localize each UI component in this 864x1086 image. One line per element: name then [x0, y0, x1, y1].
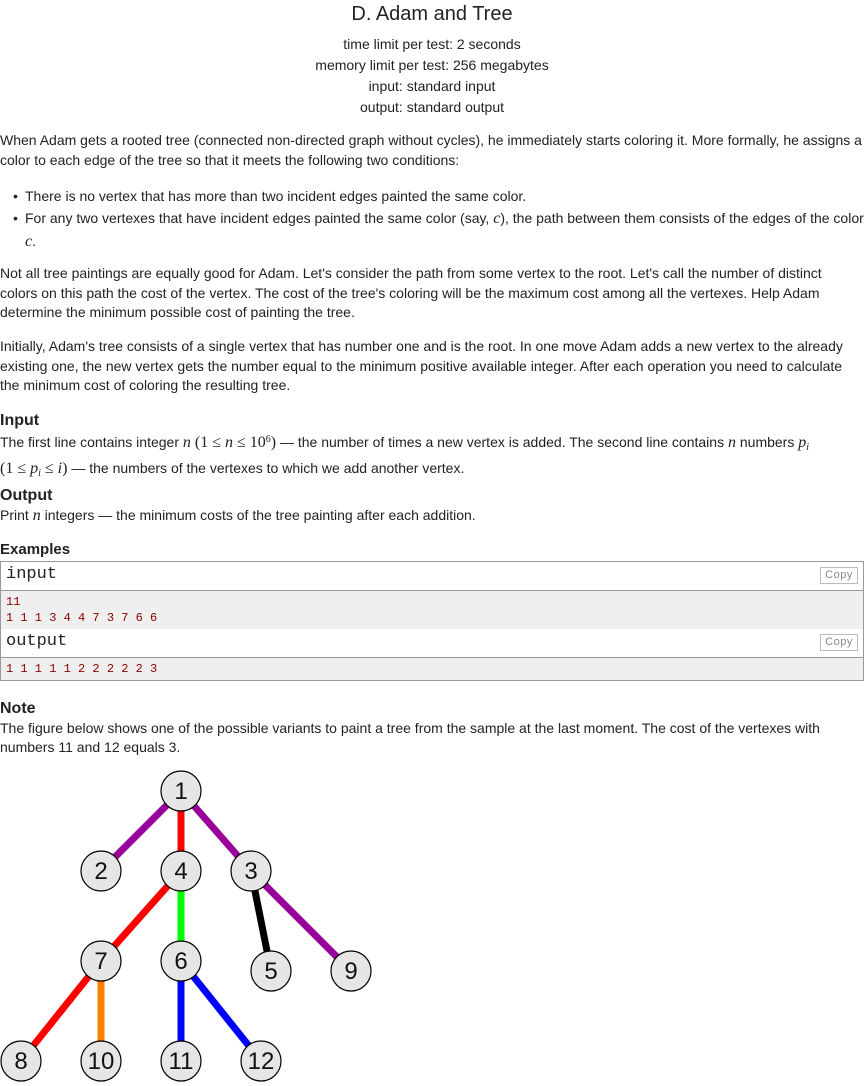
var-n-2: n [727, 434, 736, 451]
node-label-9: 9 [344, 958, 357, 985]
range-open: (1 ≤ [190, 434, 225, 451]
range2-p: p [30, 460, 39, 477]
sample-output-header: output Copy [1, 629, 863, 658]
node-label-10: 10 [88, 1048, 115, 1075]
var-p-sub: i [806, 442, 810, 453]
input-text-1: The first line contains integer [0, 434, 183, 450]
conditions-list: There is no vertex that has more than tw… [0, 185, 864, 253]
node-label-12: 12 [248, 1048, 275, 1075]
node-label-7: 7 [94, 948, 107, 975]
input-spec: The first line contains integer n (1 ≤ n… [0, 430, 862, 484]
condition-2-text-b: ), the path between them consists of the… [500, 210, 864, 226]
node-label-5: 5 [264, 958, 277, 985]
var-n: n [182, 434, 191, 451]
tree-nodes [0, 770, 372, 1082]
statement-para-3: Initially, Adam's tree consists of a sin… [0, 338, 843, 393]
output-spec: Print n integers — the minimum costs of … [0, 506, 862, 526]
time-limit: time limit per test: 2 seconds [343, 36, 521, 52]
sample-input-header: input Copy [1, 562, 863, 591]
output-text-2: integers — the minimum costs of the tree… [40, 507, 476, 523]
tree-edges [18, 788, 354, 1064]
condition-2-end: . [32, 233, 36, 249]
condition-2-text-a: For any two vertexes that have incident … [25, 210, 494, 226]
condition-1: There is no vertex that has more than tw… [13, 185, 864, 207]
copy-output-button[interactable]: Copy [820, 634, 858, 651]
tree-figure: 1 2 4 3 7 6 5 9 8 10 11 12 [0, 770, 372, 1082]
node-label-8: 8 [14, 1048, 27, 1075]
sample-output-box: output Copy 1 1 1 1 1 2 2 2 2 2 3 [0, 629, 864, 681]
node-label-1: 1 [174, 778, 187, 805]
sample-input-box: input Copy 11 1 1 1 3 4 4 7 3 7 6 6 [0, 561, 864, 630]
node-label-6: 6 [174, 948, 187, 975]
examples-heading: Examples [0, 541, 71, 558]
statement-intro: When Adam gets a rooted tree (connected … [0, 132, 862, 168]
sample-output-label: output [6, 632, 68, 651]
output-heading: Output [0, 487, 53, 504]
node-label-11: 11 [169, 1048, 194, 1075]
input-text-2: — the number of times a new vertex is ad… [276, 434, 728, 450]
node-label-4: 4 [174, 858, 187, 885]
sample-input-text: 11 1 1 1 3 4 4 7 3 7 6 6 [6, 595, 158, 625]
sample-output-text: 1 1 1 1 1 2 2 2 2 2 3 [6, 662, 158, 676]
problem-page: D. Adam and Tree time limit per test: 2 … [0, 0, 864, 1086]
input-file: input: standard input [368, 78, 496, 94]
node-label-2: 2 [94, 858, 107, 885]
memory-limit: memory limit per test: 256 megabytes [315, 57, 549, 73]
problem-title: D. Adam and Tree [351, 3, 513, 25]
range2-le: ≤ [40, 460, 58, 477]
output-var-n: n [32, 507, 41, 524]
output-file: output: standard output [360, 99, 504, 115]
input-text-3: numbers [735, 434, 799, 450]
output-text-1: Print [0, 507, 33, 523]
node-label-3: 3 [244, 858, 257, 885]
note-text: The figure below shows one of the possib… [0, 720, 820, 755]
range-le: ≤ 10 [232, 434, 266, 451]
condition-2: For any two vertexes that have incident … [13, 207, 864, 253]
range2-open: (1 ≤ [0, 460, 31, 477]
note-heading: Note [0, 700, 36, 717]
sample-input-label: input [6, 565, 58, 584]
statement-para-2: Not all tree paintings are equally good … [0, 265, 822, 320]
input-text-4: — the numbers of the vertexes to which w… [67, 460, 465, 476]
input-heading: Input [0, 412, 40, 429]
range-n: n [224, 434, 233, 451]
copy-input-button[interactable]: Copy [820, 567, 858, 584]
